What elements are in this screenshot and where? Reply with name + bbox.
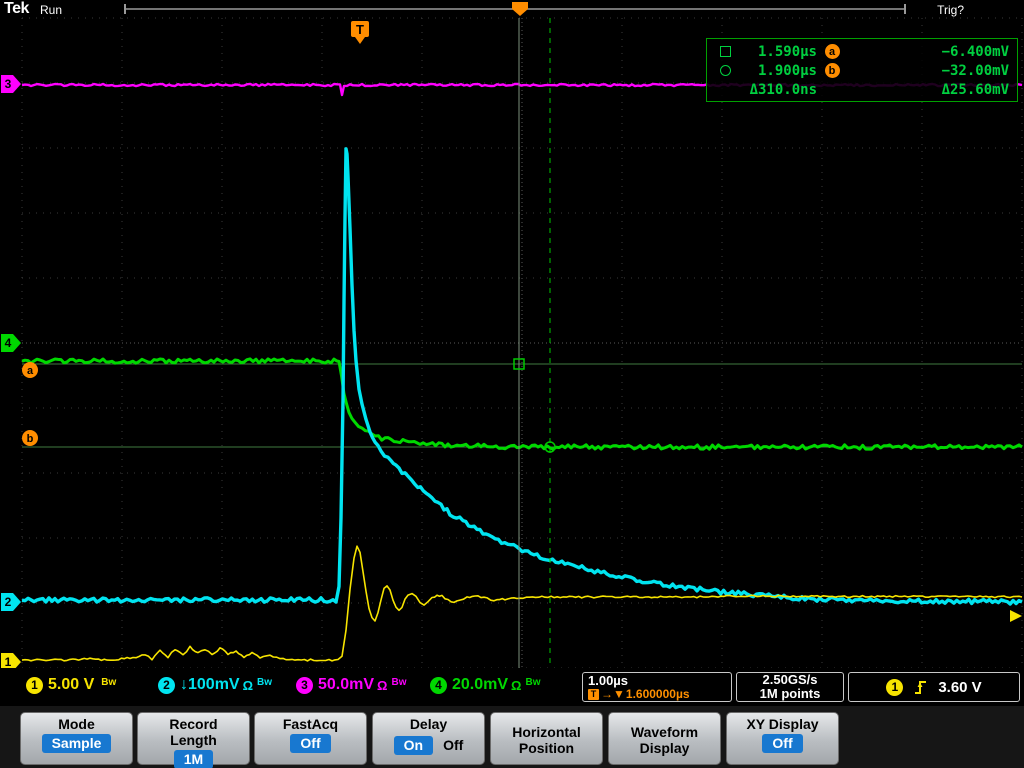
menu-waveform-title-2: Display (639, 740, 690, 756)
ch3-bandwidth-icon: Bw (391, 676, 407, 688)
bottom-menu-bar: Mode Sample Record Length 1M FastAcq Off… (0, 706, 1024, 768)
ch4-bandwidth-icon: Bw (525, 676, 541, 688)
menu-record-title-2: Length (170, 732, 217, 748)
ch3-badge: 3 (296, 676, 313, 694)
ch1-scale: 5.00 V (48, 676, 95, 693)
ch1-badge: 1 (26, 676, 43, 694)
acquisition-readout[interactable]: 2.50GS/s 1M points (736, 672, 844, 702)
menu-mode-value: Sample (41, 734, 112, 753)
ch2-coupling: Ω (242, 677, 254, 693)
cursor-b-time: 1.900µs (757, 62, 817, 79)
menu-record-value: 1M (173, 750, 214, 768)
menu-record-title-1: Record (169, 716, 218, 732)
waveform-ch1 (21, 545, 1023, 662)
trigger-readout[interactable]: 1 3.60 V (848, 672, 1020, 702)
ch3-coupling: Ω (377, 677, 388, 693)
top-status-bar: Tek Run Trig? (0, 0, 1024, 18)
menu-button-record-length[interactable]: Record Length 1M (137, 712, 250, 768)
channel-3-marker-label: 3 (5, 77, 12, 91)
ch4-readout[interactable]: 4 20.0mV Ω Bw (430, 676, 540, 694)
cursor-a-time: 1.590µs (757, 43, 817, 60)
menu-xy-value: Off (762, 734, 803, 753)
cursor-b-tag-label: b (27, 433, 34, 445)
horizontal-delay: T →▼ 1.600000µs (588, 688, 726, 701)
menu-delay-on: On (393, 736, 434, 755)
waveform-ch4 (21, 357, 1023, 451)
ch4-badge: 4 (430, 676, 447, 694)
horizontal-readout[interactable]: 1.00µs T →▼ 1.600000µs (582, 672, 732, 702)
sample-rate: 2.50GS/s (762, 672, 818, 687)
menu-horiz-title-1: Horizontal (512, 724, 581, 740)
menu-fastacq-value: Off (290, 734, 331, 753)
menu-button-waveform-display[interactable]: Waveform Display (608, 712, 721, 765)
menu-button-horizontal-position[interactable]: Horizontal Position (490, 712, 603, 765)
menu-button-fastacq[interactable]: FastAcq Off (254, 712, 367, 765)
channel-4-marker-label: 4 (5, 336, 12, 350)
menu-delay-title: Delay (409, 716, 448, 732)
ch2-readout[interactable]: 2 ↓100mV Ω Bw (158, 676, 272, 694)
scope-display: T3421ab (1, 2, 1023, 671)
menu-button-delay[interactable]: Delay On Off (372, 712, 485, 765)
trigger-point-flag-stem (355, 37, 365, 44)
ch4-coupling: Ω (511, 677, 522, 693)
ch2-badge: 2 (158, 676, 175, 694)
cursor-a-value: −6.400mV (941, 43, 1009, 60)
trigger-t-icon: T (588, 689, 599, 700)
cursor-delta-time: Δ310.0ns (749, 81, 817, 98)
cursor-a-square-icon (719, 46, 731, 57)
menu-button-mode[interactable]: Mode Sample (20, 712, 133, 765)
ch2-bandwidth-icon: Bw (257, 676, 273, 688)
menu-fastacq-title: FastAcq (282, 716, 339, 732)
menu-waveform-title-1: Waveform (630, 724, 699, 740)
trigger-level-arrow-icon[interactable] (1010, 610, 1022, 622)
delay-value: 1.600000µs (625, 687, 690, 701)
ch3-readout[interactable]: 3 50.0mV Ω Bw (296, 676, 406, 694)
trigger-status: Trig? (937, 3, 964, 17)
oscilloscope-screen: T3421ab Tek Run Trig? 1.590µs a −6.400mV… (0, 0, 1024, 768)
trigger-point-flag-label: T (356, 22, 364, 37)
bottom-readout-bar: 1 5.00 V Bw 2 ↓100mV Ω Bw 3 50.0mV Ω Bw … (0, 668, 1024, 706)
trigger-slope-icon (915, 680, 927, 694)
cursor-a-tag-label: a (27, 365, 34, 377)
ch1-readout[interactable]: 1 5.00 V Bw (26, 676, 116, 694)
menu-xy-title: XY Display (746, 716, 819, 732)
delay-arrow-icon: →▼ (601, 687, 625, 701)
acquisition-status: Run (40, 3, 63, 17)
cursor-readout: 1.590µs a −6.400mV 1.900µs b −32.00mV Δ3… (706, 38, 1018, 102)
channel-2-marker-label: 2 (5, 595, 12, 609)
ch4-scale: 20.0mV (452, 676, 509, 693)
trigger-source-badge: 1 (886, 678, 904, 696)
cursor-b-badge: b (824, 63, 840, 78)
ch2-scale: ↓100mV (180, 676, 240, 693)
menu-button-xy-display[interactable]: XY Display Off (726, 712, 839, 765)
horizontal-scale: 1.00µs (588, 673, 629, 688)
menu-horiz-title-2: Position (518, 740, 575, 756)
record-length: 1M points (759, 686, 821, 701)
ch3-scale: 50.0mV (318, 676, 375, 693)
tek-logo: Tek (4, 0, 29, 17)
cursor-b-circle-icon (719, 65, 731, 76)
channel-1-marker-label: 1 (5, 655, 12, 669)
menu-delay-off: Off (443, 736, 464, 753)
trigger-level: 3.60 V (938, 678, 982, 696)
cursor-delta-value: Δ25.60mV (941, 81, 1009, 98)
waveform-ch2 (21, 147, 1023, 606)
cursor-b-value: −32.00mV (941, 62, 1009, 79)
ch1-bandwidth-icon: Bw (101, 676, 117, 688)
menu-mode-title: Mode (58, 716, 95, 732)
cursor-a-badge: a (824, 44, 840, 59)
